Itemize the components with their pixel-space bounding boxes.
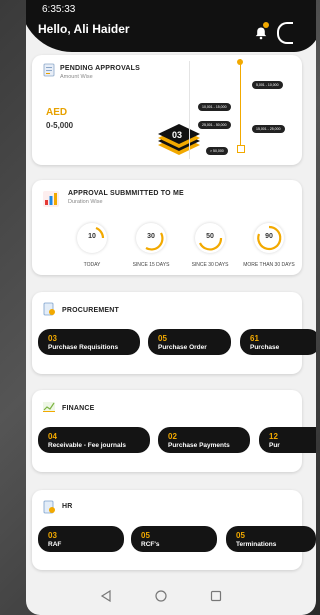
dial-label: MORE THAN 30 DAYS (243, 262, 295, 268)
home-icon[interactable] (155, 590, 167, 602)
hr-icon (43, 500, 55, 514)
item-label: Terminations (236, 541, 277, 548)
phone-screen: 6:35:33 Hello, Ali Haider PENDING APPROV… (26, 0, 316, 615)
chart-icon (43, 191, 59, 207)
item-count: 03 (48, 531, 57, 540)
system-nav-bar (26, 580, 316, 615)
purchase-requisitions-button[interactable]: 03 Purchase Requisitions (38, 329, 140, 355)
timeline-axis (240, 59, 242, 153)
card-title: FINANCE (62, 405, 95, 412)
timeline-chip[interactable]: > 50,000 (206, 147, 228, 155)
item-label: RAF (48, 541, 62, 548)
document-icon (43, 63, 55, 77)
dial-value: 90 (265, 233, 273, 240)
procurement-icon (43, 302, 55, 316)
card-title: PENDING APPROVALS (60, 65, 141, 72)
dial-value: 10 (88, 233, 96, 240)
item-count: 04 (48, 432, 57, 441)
recents-icon[interactable] (210, 590, 222, 602)
purchase-button[interactable]: 61 Purchase (240, 329, 316, 355)
duration-dial[interactable]: 10 (77, 223, 107, 253)
item-label: Receivable - Fee journals (48, 442, 127, 449)
purchase-order-button[interactable]: 05 Purchase Order (148, 329, 231, 355)
item-label: RCF's (141, 541, 160, 548)
timeline-chip[interactable]: 15,001 - 25,000 (252, 125, 285, 133)
dial-value: 50 (206, 233, 214, 240)
procurement-card: PROCUREMENT 03 Purchase Requisitions 05 … (32, 292, 316, 374)
terminations-button[interactable]: 05 Terminations (226, 526, 316, 552)
avatar[interactable] (277, 22, 293, 44)
currency-label: AED (46, 107, 68, 118)
timeline-dot (237, 59, 243, 65)
divider (189, 61, 190, 159)
dial-value: 30 (147, 233, 155, 240)
finance-card: FINANCE 04 Receivable - Fee journals 02 … (32, 390, 316, 472)
card-title: HR (62, 503, 73, 510)
item-label: Purchase Order (158, 344, 207, 351)
duration-dial[interactable]: 30 (136, 223, 166, 253)
raf-button[interactable]: 03 RAF (38, 526, 124, 552)
timeline-dot (237, 145, 245, 153)
item-label: Pur (269, 442, 280, 449)
purchase-payments-button[interactable]: 02 Purchase Payments (158, 427, 250, 453)
card-subtitle: Amount Wise (60, 74, 93, 80)
timeline-chip[interactable]: 5,001 - 10,000 (252, 81, 283, 89)
greeting-text: Hello, Ali Haider (38, 22, 130, 36)
item-count: 05 (141, 531, 150, 540)
back-icon[interactable] (100, 590, 112, 602)
bell-icon[interactable] (254, 26, 268, 40)
item-label: Purchase Payments (168, 442, 230, 449)
receivable-fee-journals-button[interactable]: 04 Receivable - Fee journals (38, 427, 150, 453)
approval-count: 03 (172, 130, 183, 140)
item-count: 12 (269, 432, 278, 441)
status-time: 6:35:33 (42, 4, 76, 15)
item-label: Purchase (250, 344, 280, 351)
approval-submitted-card[interactable]: APPROVAL SUBMMITTED TO ME Duration Wise … (32, 180, 302, 275)
item-count: 02 (168, 432, 177, 441)
card-subtitle: Duration Wise (68, 199, 103, 205)
rcf-button[interactable]: 05 RCF's (131, 526, 217, 552)
duration-dial[interactable]: 50 (195, 223, 225, 253)
notification-dot (263, 22, 269, 28)
timeline-chip[interactable]: 25,001 - 50,000 (198, 121, 231, 129)
finance-more-button[interactable]: 12 Pur (259, 427, 316, 453)
hr-card: HR 03 RAF 05 RCF's 05 Terminations (32, 490, 316, 570)
card-title: APPROVAL SUBMMITTED TO ME (68, 190, 184, 197)
pending-approvals-card[interactable]: PENDING APPROVALS Amount Wise AED 0-5,00… (32, 55, 302, 165)
amount-range: 0-5,000 (46, 121, 74, 130)
item-label: Purchase Requisitions (48, 344, 119, 351)
item-count: 61 (250, 334, 259, 343)
finance-icon (43, 402, 55, 412)
item-count: 05 (158, 334, 167, 343)
item-count: 05 (236, 531, 245, 540)
item-count: 03 (48, 334, 57, 343)
duration-dial[interactable]: 90 (254, 223, 284, 253)
timeline-chip[interactable]: 10,001 - 15,000 (198, 103, 231, 111)
card-title: PROCUREMENT (62, 307, 120, 314)
